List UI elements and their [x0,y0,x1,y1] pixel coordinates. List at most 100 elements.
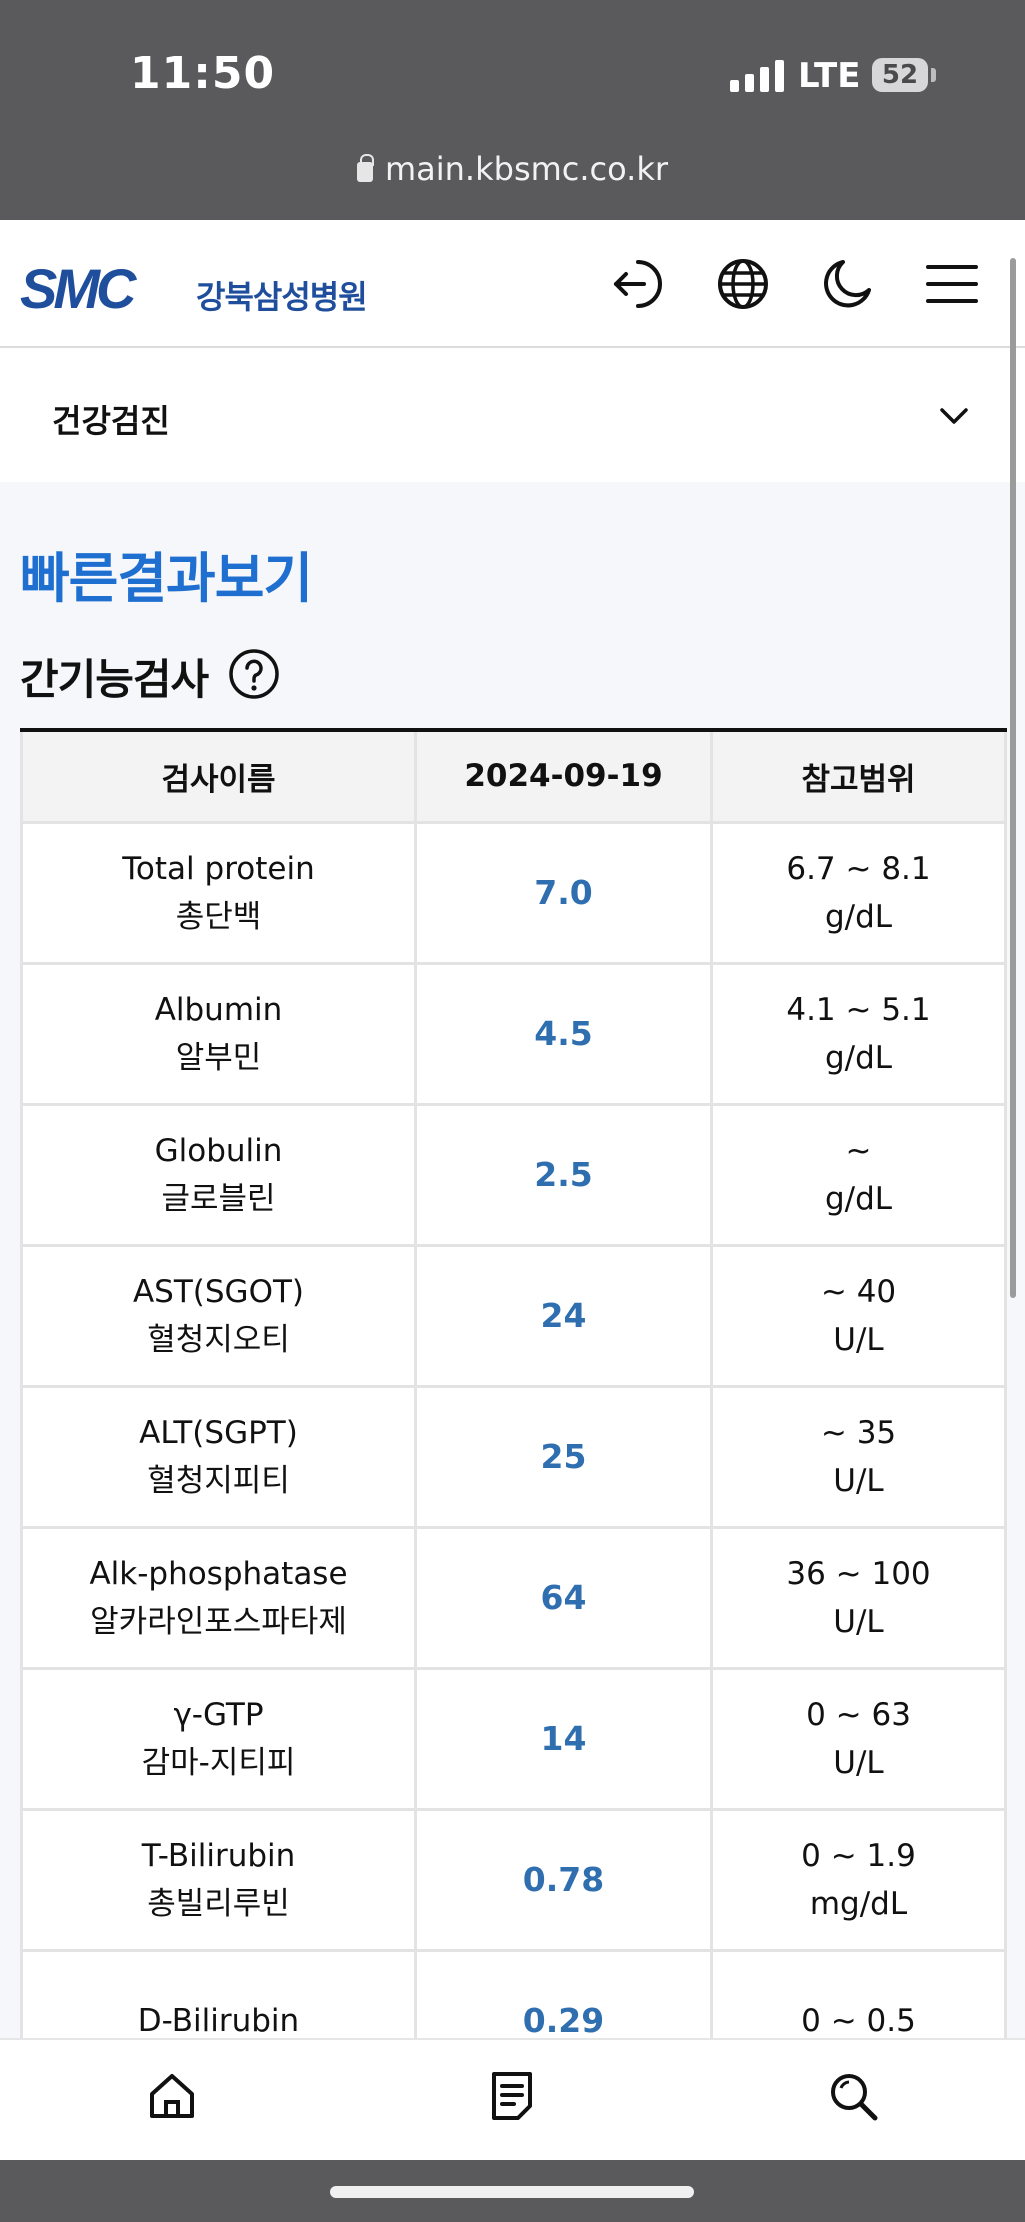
test-name-en: AST(SGOT) [132,1273,305,1310]
table-row: Alk-phosphatase 알카라인포스파타제 64 36 ~ 100 U/L [20,1525,1007,1670]
menu-icon[interactable] [922,254,982,314]
home-indicator [330,2186,694,2198]
test-name-ko: 총단백 [175,898,262,935]
lock-icon [356,154,374,182]
reference-range: 4.1 ~ 5.1 [786,991,931,1028]
unit: g/dL [824,898,893,935]
help-icon[interactable] [228,648,280,700]
test-name-ko: 총빌리루빈 [147,1885,290,1922]
reference-range: ~ 35 [820,1414,897,1451]
reference-range: 36 ~ 100 [786,1555,931,1592]
test-name-en: Alk-phosphatase [89,1555,348,1592]
test-name-en: Albumin [154,991,283,1028]
test-name-cell: Globulin 글로블린 [20,1102,417,1247]
unit: U/L [833,1462,884,1499]
battery-icon: 52 [872,58,928,92]
unit: U/L [833,1603,884,1640]
test-name-en: Total protein [122,850,315,887]
table-header-row: 검사이름 2024-09-19 참고범위 [20,730,1007,824]
battery-tip [931,68,936,82]
home-icon [150,2074,194,2118]
globe-icon[interactable] [713,254,773,314]
test-name-cell: T-Bilirubin 총빌리루빈 [20,1807,417,1952]
table-row: ALT(SGPT) 혈청지피티 25 ~ 35 U/L [20,1384,1007,1529]
test-name-ko: 혈청지피티 [147,1462,290,1499]
reference-range-cell: ~ 35 U/L [710,1384,1007,1529]
category-dropdown[interactable]: 건강검진 [0,350,1025,482]
test-name-cell: γ-GTP 감마-지티피 [20,1666,417,1811]
site-header: SMC 강북삼성병원 [0,220,1025,348]
test-value: 0.78 [414,1807,713,1952]
test-name-en: ALT(SGPT) [139,1414,298,1451]
table-row: Albumin 알부민 4.5 4.1 ~ 5.1 g/dL [20,961,1007,1106]
reference-range-cell: 6.7 ~ 8.1 g/dL [710,820,1007,965]
main-content: 빠른결과보기 간기능검사 검사이름 2024-09-19 참고범위 Total … [0,482,1025,2093]
test-value: 2.5 [414,1102,713,1247]
table-row: Total protein 총단백 7.0 6.7 ~ 8.1 g/dL [20,820,1007,965]
test-name-ko: 감마-지티피 [141,1744,296,1781]
signal-icon [730,58,784,92]
test-name-en: γ-GTP [173,1696,264,1733]
test-value: 24 [414,1243,713,1388]
chevron-down-icon [940,408,968,424]
reference-range-cell: 36 ~ 100 U/L [710,1525,1007,1670]
reference-range-cell: ~ g/dL [710,1102,1007,1247]
test-name-en: T-Bilirubin [141,1837,296,1874]
logo-text[interactable]: 강북삼성병원 [196,272,368,318]
section-title: 간기능검사 [20,655,209,704]
search-icon [831,2074,878,2121]
tab-home[interactable] [72,2040,272,2164]
document-icon [492,2072,532,2120]
reference-range: 6.7 ~ 8.1 [786,850,931,887]
test-value: 14 [414,1666,713,1811]
bottom-tab-bar [0,2038,1025,2162]
url-text: main.kbsmc.co.kr [384,150,669,188]
test-name-cell: ALT(SGPT) 혈청지피티 [20,1384,417,1529]
test-name-cell: Albumin 알부민 [20,961,417,1106]
test-value: 25 [414,1384,713,1529]
unit: mg/dL [809,1885,908,1922]
category-label: 건강검진 [52,402,170,440]
url-bar[interactable]: main.kbsmc.co.kr [0,150,1025,188]
dark-mode-icon[interactable] [817,254,877,314]
browser-chrome: 11:50 LTE 52 main.kbsmc.co.kr [0,0,1025,220]
test-name-ko: 알카라인포스파타제 [90,1603,347,1640]
test-name-ko: 글로블린 [161,1180,276,1217]
table-row: T-Bilirubin 총빌리루빈 0.78 0 ~ 1.9 mg/dL [20,1807,1007,1952]
reference-range-cell: 4.1 ~ 5.1 g/dL [710,961,1007,1106]
table-row: AST(SGOT) 혈청지오티 24 ~ 40 U/L [20,1243,1007,1388]
test-name-ko: 혈청지오티 [147,1321,290,1358]
test-value: 7.0 [414,820,713,965]
logo-mark[interactable]: SMC [20,256,136,321]
test-name-cell: Total protein 총단백 [20,820,417,965]
unit: g/dL [824,1039,893,1076]
network-label: LTE [798,56,861,96]
test-name-en: Globulin [154,1132,283,1169]
unit: U/L [833,1744,884,1781]
table-row: Globulin 글로블린 2.5 ~ g/dL [20,1102,1007,1247]
test-value: 64 [414,1525,713,1670]
reference-range-cell: 0 ~ 1.9 mg/dL [710,1807,1007,1952]
test-value: 4.5 [414,961,713,1106]
unit: g/dL [824,1180,893,1217]
results-table: 검사이름 2024-09-19 참고범위 Total protein 총단백 7.… [20,728,1007,2093]
login-icon[interactable] [608,254,668,314]
page-title: 빠른결과보기 [20,547,313,610]
reference-range: ~ 40 [820,1273,897,1310]
test-name-ko: 알부민 [175,1039,262,1076]
header-reference-range: 참고범위 [710,730,1007,824]
header-date: 2024-09-19 [414,730,713,824]
test-name-cell: Alk-phosphatase 알카라인포스파타제 [20,1525,417,1670]
reference-range: ~ [845,1132,872,1169]
reference-range-cell: 0 ~ 63 U/L [710,1666,1007,1811]
reference-range: 0 ~ 63 [806,1696,911,1733]
unit: U/L [833,1321,884,1358]
tab-search[interactable] [753,2040,953,2164]
reference-range-cell: ~ 40 U/L [710,1243,1007,1388]
scrollbar[interactable] [1010,258,1016,1298]
test-name-cell: AST(SGOT) 혈청지오티 [20,1243,417,1388]
table-row: γ-GTP 감마-지티피 14 0 ~ 63 U/L [20,1666,1007,1811]
status-time: 11:50 [130,48,276,99]
header-test-name: 검사이름 [20,730,417,824]
tab-document[interactable] [412,2040,612,2164]
